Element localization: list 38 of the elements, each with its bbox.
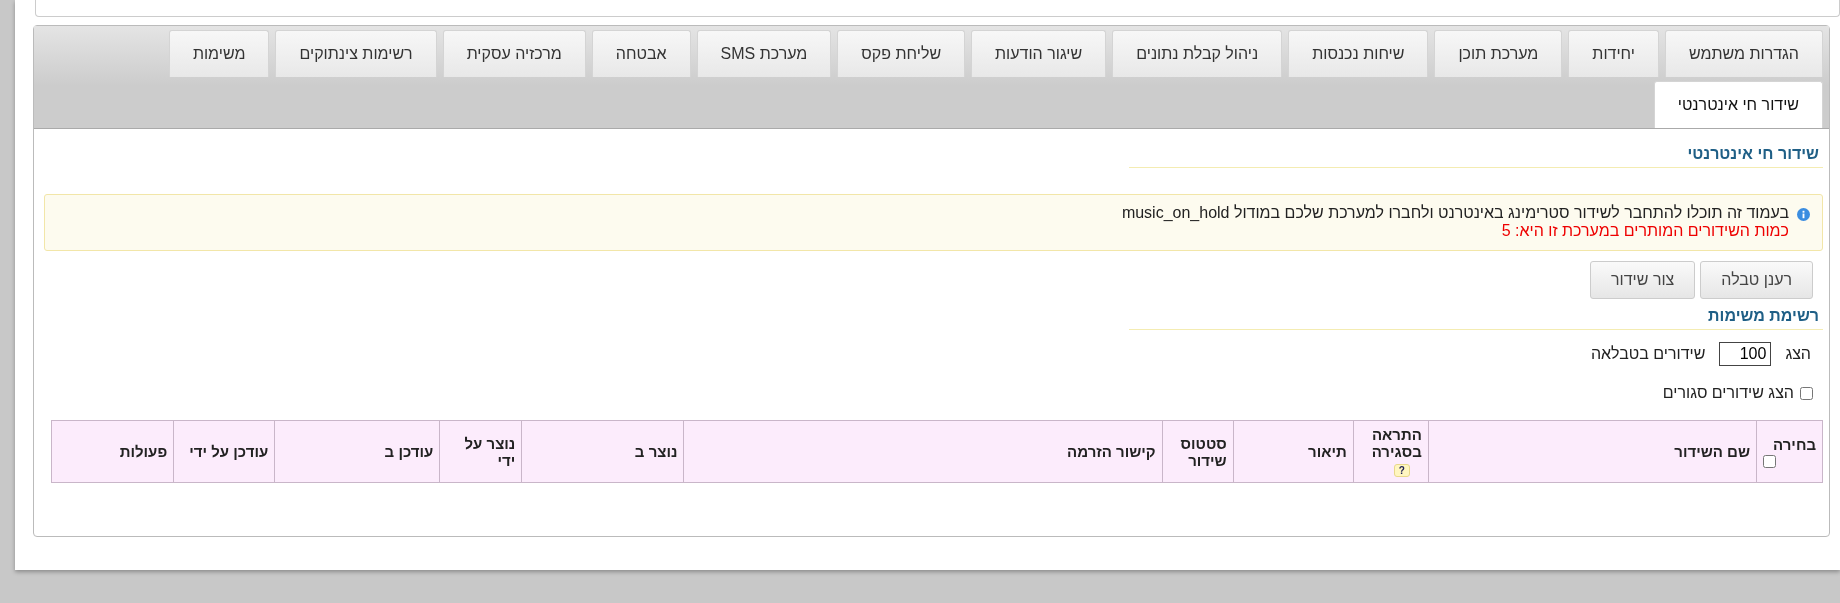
help-badge[interactable]: ?: [1393, 464, 1410, 477]
tab[interactable]: מערכת SMS: [696, 30, 832, 77]
column-header: שם השידור: [1673, 443, 1750, 460]
column-header: עודכן על ידי: [188, 443, 269, 460]
tab[interactable]: רשימות צינתוקים: [275, 30, 437, 77]
column-header: קישור הזרמה: [1066, 443, 1156, 460]
show-closed-checkbox[interactable]: [1800, 386, 1813, 400]
alert-message: בעמוד זה תוכלו להתחבר לשידור סטרימינג באינטרנט ולחברו למערכת שלכם במודול music_on_hold: [1121, 204, 1789, 222]
select-all-checkbox[interactable]: [1762, 454, 1776, 468]
tab[interactable]: שיגור הודעות: [971, 30, 1107, 77]
refresh-button[interactable]: רענן טבלה: [1700, 261, 1813, 299]
column-header: התראה בסגירה: [1370, 426, 1422, 460]
list-title: רשימת משימות: [1129, 307, 1823, 330]
tab[interactable]: אבטחה: [591, 30, 691, 77]
create-button[interactable]: צור שידור: [1590, 261, 1696, 299]
column-header: עודכן ב: [383, 443, 434, 460]
show-label: הצג: [1785, 345, 1811, 363]
info-icon: [1797, 208, 1810, 221]
tab[interactable]: ניהול קבלת נתונים: [1112, 30, 1283, 77]
tab[interactable]: הגדרות משתמש: [1664, 30, 1823, 77]
show-closed-label: הצג שידורים סגורים: [1662, 384, 1794, 402]
tab[interactable]: יחידות: [1568, 30, 1659, 77]
column-header: פעולות: [118, 443, 168, 460]
tab[interactable]: מערכת תוכן: [1434, 30, 1563, 77]
column-header: סטטוס שידור: [1179, 434, 1227, 469]
per-table-label: שידורים בטבלאה: [1590, 345, 1706, 363]
page-size-input[interactable]: 100: [1719, 342, 1772, 366]
section-title: שידור חי אינטרנטי: [1129, 145, 1823, 168]
tab[interactable]: שידור חי אינטרנטי: [1653, 81, 1823, 128]
column-header: תיאור: [1307, 443, 1347, 460]
tab[interactable]: שליחת פקס: [837, 30, 966, 77]
column-header: בחירה: [1772, 435, 1816, 453]
column-header: נוצר ב: [633, 443, 678, 460]
column-header: נוצר על ידי: [463, 434, 516, 469]
tab[interactable]: מרכזיה עסקית: [442, 30, 586, 77]
tab[interactable]: שיחות נכנסות: [1288, 30, 1429, 77]
tab[interactable]: משימות: [168, 30, 270, 77]
alert-limit-text: כמות השידורים המותרים במערכת זו היא: 5: [1500, 222, 1789, 240]
